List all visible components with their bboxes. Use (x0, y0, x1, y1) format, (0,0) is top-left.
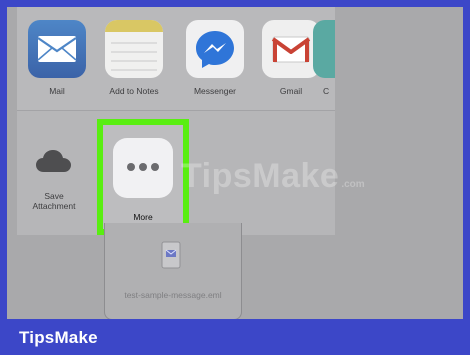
cloud-icon (25, 139, 83, 185)
messenger-icon (186, 20, 244, 78)
mail-label: Mail (49, 86, 65, 96)
watermark: TipsMake .com (181, 157, 365, 196)
dot-2 (139, 163, 147, 171)
attachment-preview[interactable]: test-sample-message.eml (104, 223, 242, 319)
save-attachment-label-line2: Attachment (32, 201, 76, 212)
partial-app-icon (313, 20, 335, 78)
action-more[interactable]: More (103, 125, 183, 229)
watermark-main: TipsMake (181, 157, 340, 195)
share-app-mail[interactable]: Mail (21, 20, 93, 96)
action-save-attachment[interactable]: Save Attachment (18, 139, 90, 211)
brand-label: TipsMake (19, 328, 98, 347)
add-to-notes-label: Add to Notes (109, 86, 159, 96)
share-app-partial[interactable]: C (313, 20, 335, 96)
attachment-file-name: test-sample-message.eml (124, 290, 222, 300)
notes-icon (105, 20, 163, 78)
screenshot-frame: Mail Add to Notes Messenger Gmail C Save… (7, 7, 463, 319)
messenger-label: Messenger (193, 86, 237, 96)
gmail-icon (262, 20, 320, 78)
dot-1 (127, 163, 135, 171)
share-app-add-to-notes[interactable]: Add to Notes (98, 20, 170, 96)
dots (127, 163, 159, 173)
footer-bar: TipsMake (0, 319, 470, 355)
partial-app-label: C (323, 86, 330, 96)
more-highlight-box: More (97, 119, 189, 235)
app-row: Mail Add to Notes Messenger Gmail C (17, 7, 335, 111)
more-label: More (133, 212, 153, 222)
watermark-suffix: .com (341, 179, 365, 190)
email-file-icon (161, 241, 181, 269)
more-dots-icon (113, 138, 173, 198)
mail-icon (28, 20, 86, 78)
save-attachment-label-line1: Save (44, 191, 64, 201)
dot-3 (151, 163, 159, 171)
share-sheet: Mail Add to Notes Messenger Gmail C Save… (17, 7, 335, 235)
share-app-messenger[interactable]: Messenger (179, 20, 251, 96)
